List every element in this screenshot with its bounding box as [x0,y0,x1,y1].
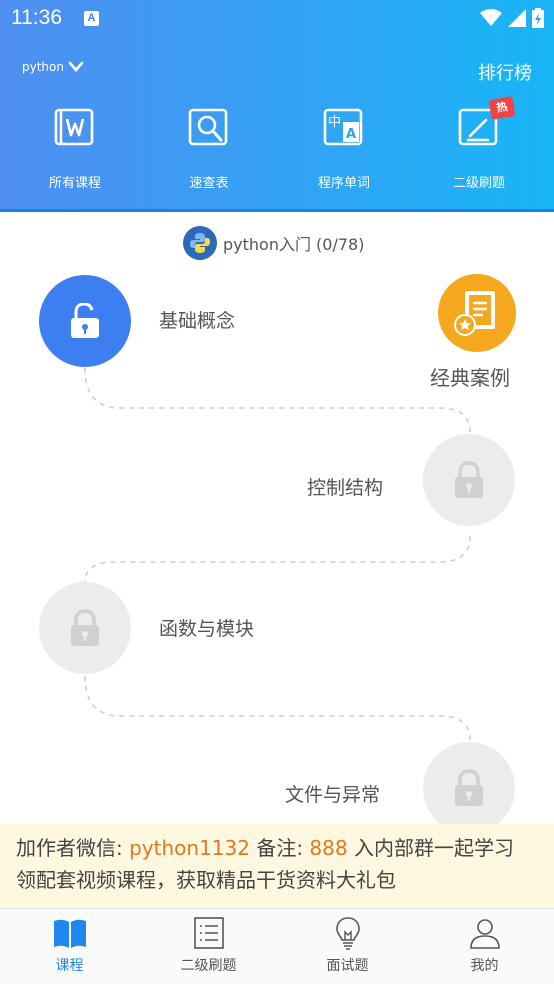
promo-suffix: 入内部群一起学习 [347,836,514,860]
lock-icon [455,769,483,806]
path-node-label: 控制结构 [307,477,384,499]
tab-exam-practice[interactable]: 二级刷题 [139,909,278,984]
case-book-icon [454,291,495,336]
promo-wechat-id: python1132 [129,836,250,860]
path-node-control-flow[interactable] [423,434,515,526]
lock-icon [71,609,99,646]
tab-label: 二级刷题 [180,958,237,974]
promo-line-2: 领配套视频课程，获取精品干货资料大礼包 [16,868,396,892]
classic-cases-label: 经典案例 [430,366,510,390]
tab-label: 课程 [55,958,84,974]
path-node-label: 基础概念 [159,310,236,332]
book-open-icon [53,919,86,948]
promo-line-1: 加作者微信: python1132 备注: 888 入内部群一起学习 [16,832,538,864]
path-node-label: 函数与模块 [159,618,255,640]
tab-courses[interactable]: 课程 [0,909,139,984]
lock-icon [455,461,483,498]
promo-note-value: 888 [309,836,348,860]
unlock-icon [71,303,99,338]
path-node-label: 文件与异常 [285,784,381,806]
path-node-functions[interactable] [39,582,131,674]
promo-note-label: 备注: [249,836,310,860]
tab-interview[interactable]: 面试题 [278,909,417,984]
bulb-icon [335,917,360,950]
path-node-basics[interactable] [39,275,131,367]
classic-cases-button[interactable] [438,274,516,352]
user-icon [469,919,500,949]
path-node-files[interactable] [423,742,515,834]
tab-label: 面试题 [326,958,369,974]
list-icon [193,917,224,949]
tab-label: 我的 [470,958,499,974]
promo-prefix: 加作者微信: [16,836,130,860]
bottom-nav: 课程 二级刷题 面试题 我的 [0,908,554,984]
promo-banner: 加作者微信: python1132 备注: 888 入内部群一起学习 领配套视频… [0,824,554,908]
tab-profile[interactable]: 我的 [415,909,554,984]
